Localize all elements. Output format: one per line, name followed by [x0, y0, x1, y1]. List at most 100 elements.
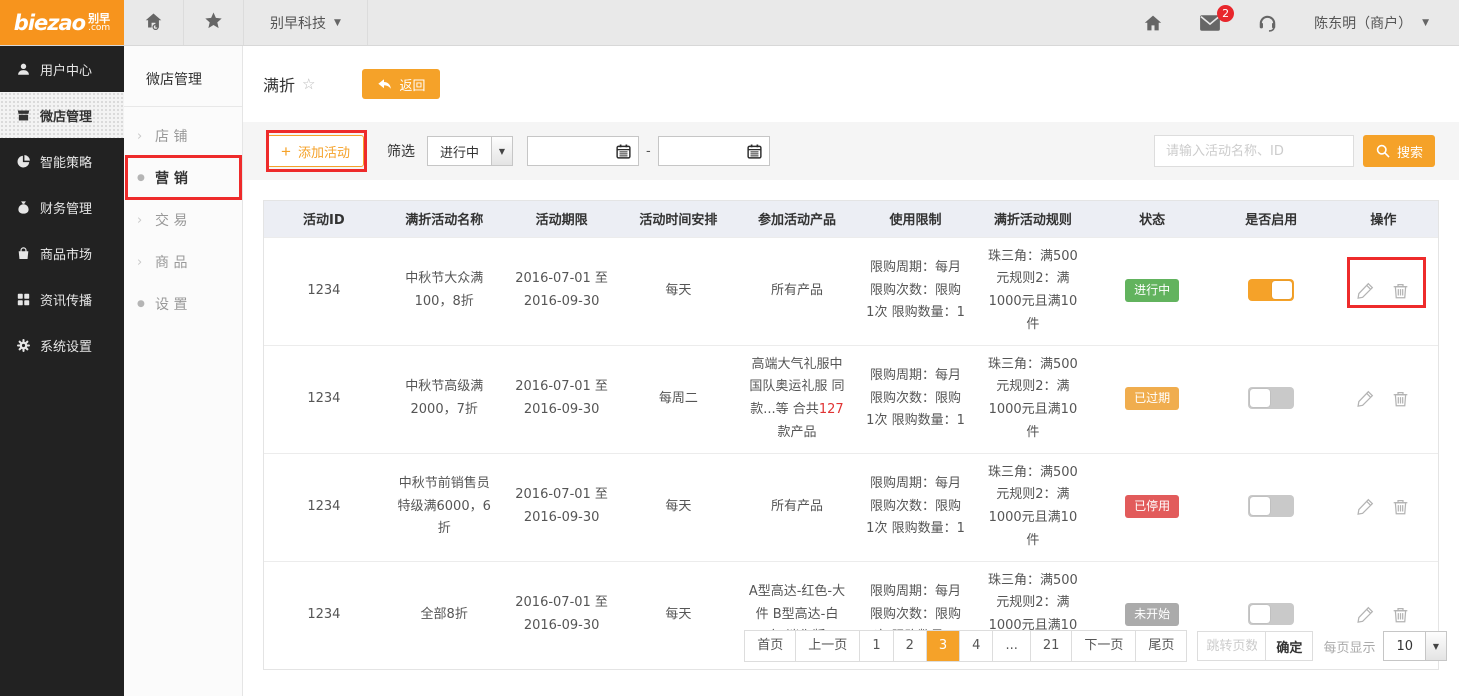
- sidebar-item-goods-market[interactable]: 商品市场: [0, 230, 124, 276]
- activity-name-cell: 中秋节大众满100，8折: [384, 237, 505, 345]
- search-input[interactable]: [1154, 135, 1354, 167]
- table-row: 1234中秋节高级满2000，7折2016-07-01 至 2016-09-30…: [264, 345, 1438, 453]
- chevron-down-icon: ▼: [334, 18, 341, 28]
- finance-icon: [15, 199, 31, 215]
- period-cell: 2016-07-01 至 2016-09-30: [505, 237, 619, 345]
- select-dropdown-button[interactable]: ▼: [491, 137, 512, 165]
- schedule-cell: 每天: [619, 237, 739, 345]
- activity-id-cell: 1234: [264, 453, 384, 561]
- status-filter-select[interactable]: 进行中 ▼: [427, 136, 513, 166]
- product-count: 127: [819, 402, 844, 417]
- customer-service-button[interactable]: [1257, 12, 1278, 33]
- pager-nav-button[interactable]: 首页: [745, 631, 796, 661]
- favorite-star-icon[interactable]: ☆: [302, 75, 315, 93]
- user-menu[interactable]: 陈东明（商户） ▼: [1314, 13, 1429, 33]
- column-header: 使用限制: [856, 201, 976, 237]
- home-button[interactable]: [1143, 13, 1163, 33]
- pager-page-button[interactable]: 21: [1031, 631, 1073, 661]
- pager-page-button[interactable]: 4: [960, 631, 993, 661]
- delete-button[interactable]: [1391, 605, 1410, 624]
- edit-button[interactable]: [1356, 389, 1375, 408]
- delete-trash-icon: [1391, 389, 1410, 408]
- submenu-item-shop[interactable]: ›店 铺: [124, 115, 242, 157]
- search-button[interactable]: 搜索: [1363, 135, 1435, 167]
- submenu-item-goods[interactable]: ›商 品: [124, 241, 242, 283]
- enable-toggle[interactable]: [1248, 495, 1294, 517]
- pager-nav-button[interactable]: 尾页: [1136, 631, 1186, 661]
- table-header-row: 活动ID满折活动名称活动期限活动时间安排参加活动产品使用限制满折活动规则状态是否…: [264, 201, 1438, 237]
- logo-text: biezao: [14, 11, 85, 35]
- select-dropdown-button[interactable]: ▼: [1425, 632, 1446, 660]
- period-cell: 2016-07-01 至 2016-09-30: [505, 561, 619, 669]
- user-name: 陈东明（商户）: [1314, 13, 1412, 33]
- enable-toggle[interactable]: [1248, 387, 1294, 409]
- submenu-item-marketing[interactable]: ●营 销: [124, 157, 242, 199]
- delete-button[interactable]: [1391, 281, 1410, 300]
- news-icon: [15, 291, 31, 307]
- gear-icon: [15, 337, 31, 353]
- jump-page-input[interactable]: [1198, 632, 1266, 660]
- activities-table: 活动ID满折活动名称活动期限活动时间安排参加活动产品使用限制满折活动规则状态是否…: [263, 200, 1439, 670]
- headset-icon: [1257, 12, 1278, 33]
- pager-page-button[interactable]: 3: [927, 631, 960, 661]
- products-cell: 高端大气礼服中国队奥运礼服 同款...等 合共127款产品: [738, 345, 855, 453]
- activity-name-cell: 全部8折: [384, 561, 505, 669]
- delete-button[interactable]: [1391, 497, 1410, 516]
- enable-toggle[interactable]: [1248, 279, 1294, 301]
- main-content: 满折 ☆ 返回 + 添加活动 筛选 进行中 ▼ - 搜索: [243, 46, 1459, 696]
- delete-button[interactable]: [1391, 389, 1410, 408]
- pager-nav-button[interactable]: 上一页: [796, 631, 860, 661]
- sidebar-item-smart-strategy[interactable]: 智能策略: [0, 138, 124, 184]
- enable-toggle[interactable]: [1248, 603, 1294, 625]
- toggle-knob: [1250, 497, 1270, 515]
- status-cell: 已过期: [1090, 345, 1213, 453]
- per-page-select[interactable]: 10 ▼: [1383, 631, 1447, 661]
- sidebar-item-shop-manage[interactable]: 微店管理: [0, 92, 124, 138]
- schedule-cell: 每周二: [619, 345, 739, 453]
- jump-confirm-button[interactable]: 确定: [1266, 632, 1312, 660]
- pager-page-button[interactable]: 2: [894, 631, 927, 661]
- add-activity-button[interactable]: + 添加活动: [267, 135, 364, 167]
- rule-cell: 珠三角：满500元规则2：满1000元且满10件: [975, 453, 1090, 561]
- sidebar-item-finance[interactable]: 财务管理: [0, 184, 124, 230]
- date-to-input[interactable]: [658, 136, 770, 166]
- sidebar-item-label: 智能策略: [40, 152, 92, 171]
- sidebar-item-system-setting[interactable]: 系统设置: [0, 322, 124, 368]
- activity-id-cell: 1234: [264, 345, 384, 453]
- edit-button[interactable]: [1356, 497, 1375, 516]
- column-header: 操作: [1329, 201, 1438, 237]
- activity-id-cell: 1234: [264, 237, 384, 345]
- pager-nav-button[interactable]: 下一页: [1072, 631, 1136, 661]
- back-button[interactable]: 返回: [362, 69, 440, 99]
- submenu-item-setup[interactable]: ●设 置: [124, 283, 242, 325]
- pager-page-button[interactable]: 1: [860, 631, 893, 661]
- column-header: 是否启用: [1214, 201, 1329, 237]
- messages-button[interactable]: 2: [1199, 14, 1221, 32]
- home-refresh-button[interactable]: [124, 0, 184, 45]
- favorites-button[interactable]: [184, 0, 244, 45]
- status-cell: 进行中: [1090, 237, 1213, 345]
- user-icon: [15, 61, 31, 77]
- company-dropdown[interactable]: 别早科技 ▼: [244, 0, 368, 45]
- sidebar-item-user-center[interactable]: 用户中心: [0, 46, 124, 92]
- sidebar-item-label: 资讯传播: [40, 290, 92, 309]
- date-from-input[interactable]: [527, 136, 639, 166]
- ops-cell: [1329, 345, 1438, 453]
- products-cell: 所有产品: [738, 237, 855, 345]
- limit-cell: 限购周期：每月 限购次数：限购 1次 限购数量：1: [856, 453, 976, 561]
- home-icon: [1143, 13, 1163, 33]
- edit-pencil-icon: [1356, 281, 1375, 300]
- status-badge: 未开始: [1125, 603, 1179, 625]
- page-header: 满折 ☆ 返回: [243, 46, 1459, 122]
- edit-button[interactable]: [1356, 281, 1375, 300]
- submenu-item-label: 营 销: [155, 168, 188, 188]
- sidebar-item-news-spread[interactable]: 资讯传播: [0, 276, 124, 322]
- edit-button[interactable]: [1356, 605, 1375, 624]
- bullet-dot-icon: ●: [137, 173, 155, 183]
- submenu-item-trade[interactable]: ›交 易: [124, 199, 242, 241]
- activity-id-cell: 1234: [264, 561, 384, 669]
- chevron-right-icon: ›: [137, 255, 155, 270]
- sidebar-item-label: 商品市场: [40, 244, 92, 263]
- brand-logo[interactable]: biezao 别早 .com: [0, 0, 124, 45]
- chevron-down-icon: ▼: [1422, 18, 1429, 28]
